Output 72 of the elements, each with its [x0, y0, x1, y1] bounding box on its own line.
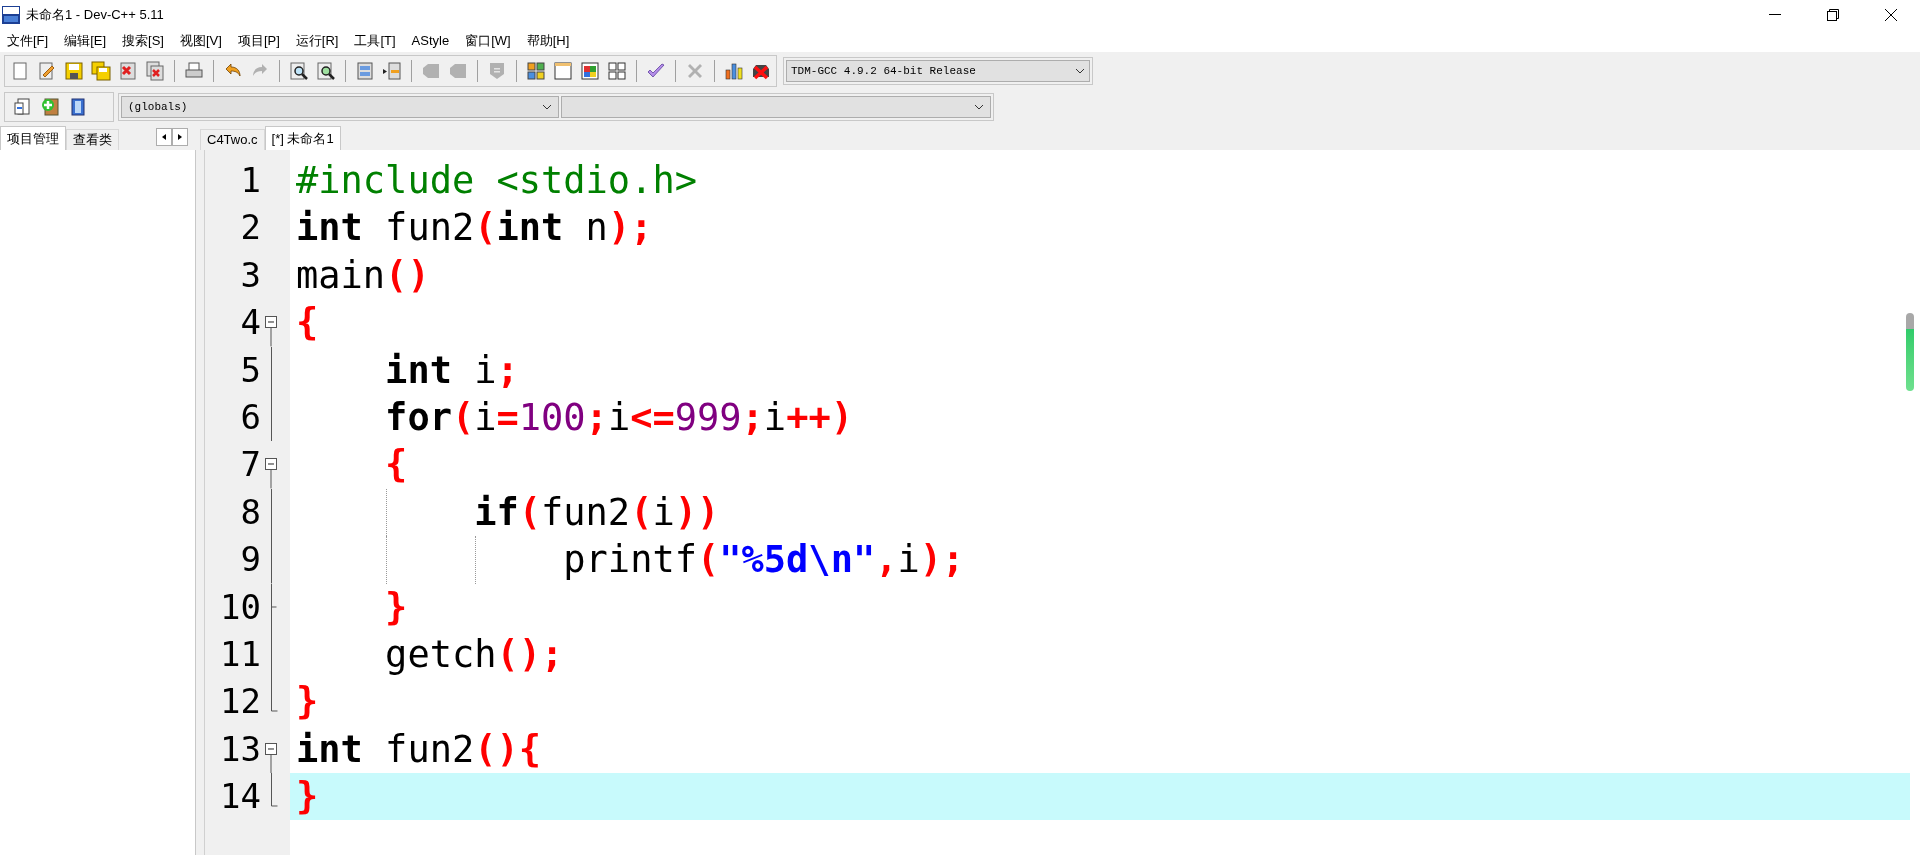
add-page-icon[interactable] — [40, 97, 60, 117]
bar-chart-icon[interactable] — [724, 61, 744, 81]
panel-arrow-icon[interactable] — [382, 61, 402, 81]
line-number: 10 — [219, 585, 261, 629]
file-tab[interactable]: C4Two.c — [200, 129, 265, 150]
window-title: 未命名1 - Dev-C++ 5.11 — [26, 6, 164, 25]
code-line: printf("%5d\n",i); — [562, 538, 965, 582]
menu-item[interactable]: AStyle — [411, 31, 450, 51]
code-line: for(i=100;i<=999;i++) — [384, 395, 853, 439]
menu-item[interactable]: 文件[F] — [7, 31, 49, 51]
scope-dropdown[interactable]: (globals) — [121, 96, 559, 118]
menu-item[interactable]: 搜索[S] — [122, 31, 164, 51]
line-number: 8 — [239, 490, 261, 534]
page-pencil-icon[interactable] — [37, 61, 57, 81]
code-line: int fun2(){ — [296, 727, 542, 771]
file-tab[interactable]: [*] 未命名1 — [264, 126, 341, 150]
code-line: if(fun2(i)) — [473, 490, 720, 534]
printer-icon[interactable] — [184, 61, 204, 81]
page-magnifier-icon[interactable] — [316, 61, 336, 81]
panel-tab[interactable]: 项目管理 — [0, 126, 66, 150]
menu-item[interactable]: 运行[R] — [295, 31, 339, 51]
code-line: #include <stdio.h> — [296, 159, 697, 202]
search-icon[interactable] — [289, 61, 309, 81]
menu-item[interactable]: 工具[T] — [354, 31, 396, 51]
window-icon[interactable] — [553, 61, 573, 81]
triangle-right-icon — [178, 134, 182, 140]
menu-item[interactable]: 编辑[E] — [64, 31, 107, 51]
page-cross-icon[interactable] — [118, 61, 138, 81]
restore-icon — [1827, 9, 1839, 21]
grid-icon[interactable] — [607, 61, 627, 81]
line-number: 13 — [219, 727, 261, 771]
triangle-left-icon — [162, 134, 166, 140]
pages-cross-icon[interactable] — [145, 61, 165, 81]
code-line: getch(); — [384, 632, 564, 676]
code-line: int fun2(int n); — [296, 206, 653, 250]
scroll-right-button[interactable] — [172, 128, 188, 146]
chevron-down-icon — [542, 104, 552, 110]
panel-tab[interactable]: 查看类 — [66, 129, 119, 150]
chevron-down-icon — [974, 104, 984, 110]
menu-item[interactable]: 视图[V] — [180, 31, 222, 51]
menu-item[interactable]: 窗口[W] — [465, 31, 511, 51]
line-number: 9 — [239, 538, 261, 582]
color-window-icon[interactable] — [580, 61, 600, 81]
panel-icon[interactable] — [355, 61, 375, 81]
floppy-disks-icon[interactable] — [91, 61, 111, 81]
line-number: 14 — [219, 775, 261, 819]
menu-item[interactable]: 项目[P] — [237, 31, 280, 51]
code-line: } — [296, 680, 319, 724]
chevron-down-icon — [1075, 68, 1085, 74]
bookmark-icon[interactable] — [68, 97, 88, 117]
menu-item[interactable]: 帮助[H] — [526, 31, 570, 51]
color-grid-icon[interactable] — [526, 61, 546, 81]
line-number: 3 — [239, 253, 261, 297]
line-number: 4 — [239, 301, 261, 345]
code-line: main() — [296, 253, 430, 297]
scroll-left-button[interactable] — [156, 128, 172, 146]
compiler-dropdown[interactable]: TDM-GCC 4.9.2 64-bit Release — [786, 60, 1090, 82]
close-icon — [1885, 9, 1897, 21]
code-line: } — [384, 585, 408, 629]
code-line: } — [296, 775, 319, 819]
line-number: 12 — [219, 680, 261, 724]
line-number: 5 — [239, 348, 261, 392]
code-line: { — [384, 443, 408, 487]
line-number: 7 — [239, 443, 261, 487]
line-number: 6 — [239, 395, 261, 439]
line-number: 2 — [239, 206, 261, 250]
scrollbar-thumb[interactable] — [1906, 313, 1914, 391]
minimize-icon — [1769, 14, 1781, 16]
line-number: 1 — [239, 159, 261, 202]
code-line: int i; — [384, 348, 519, 392]
line-number: 11 — [219, 632, 261, 676]
code-line: { — [296, 301, 319, 345]
